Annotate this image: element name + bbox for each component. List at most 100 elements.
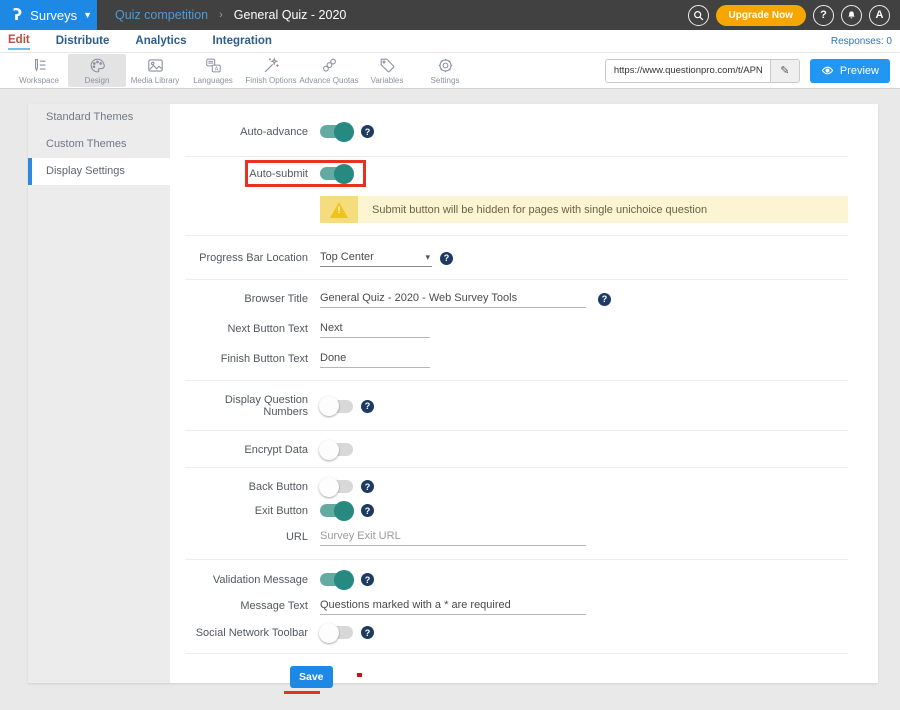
toggle-knob bbox=[319, 623, 339, 643]
toolbar-label: Languages bbox=[193, 76, 233, 85]
menubar: Edit Distribute Analytics Integration Re… bbox=[0, 30, 900, 53]
questionpro-logo-icon: ʔ bbox=[13, 7, 22, 23]
toolbar-item-media-library[interactable]: Media Library bbox=[126, 54, 184, 87]
breadcrumb-separator-icon: › bbox=[219, 9, 223, 21]
help-button[interactable]: ? bbox=[813, 5, 834, 26]
browser-title-label: Browser Title bbox=[185, 293, 308, 305]
exit-url-label: URL bbox=[185, 531, 308, 543]
toolbar-item-finish-options[interactable]: Finish Options bbox=[242, 54, 300, 87]
exit-button-help-icon[interactable] bbox=[361, 504, 374, 517]
auto-advance-help-icon[interactable] bbox=[361, 125, 374, 138]
surveys-product-menu[interactable]: ʔ Surveys ▼ bbox=[0, 0, 97, 30]
toolbar-item-design[interactable]: Design bbox=[68, 54, 126, 87]
browser-title-row: Browser Title bbox=[185, 290, 848, 308]
warning-triangle-icon bbox=[330, 202, 348, 218]
display-settings-form: Auto-advance Auto-submit Sub bbox=[170, 104, 878, 683]
auto-submit-label: Auto-submit bbox=[248, 168, 308, 180]
warning-text: Submit button will be hidden for pages w… bbox=[358, 196, 848, 223]
tab-analytics[interactable]: Analytics bbox=[135, 33, 186, 49]
tab-edit[interactable]: Edit bbox=[8, 32, 30, 50]
message-text-input[interactable] bbox=[320, 597, 586, 615]
tab-distribute[interactable]: Distribute bbox=[56, 33, 110, 49]
auto-advance-toggle[interactable] bbox=[320, 125, 353, 138]
notifications-button[interactable] bbox=[841, 5, 862, 26]
toolbar-label: Advance Quotas bbox=[299, 76, 358, 85]
finish-button-text-input[interactable] bbox=[320, 350, 430, 368]
validation-section: Validation Message Message Text Social N… bbox=[185, 560, 848, 654]
display-question-numbers-help-icon[interactable] bbox=[361, 400, 374, 413]
sidebar-item-custom-themes[interactable]: Custom Themes bbox=[28, 131, 170, 158]
toggle-knob bbox=[334, 570, 354, 590]
toolbar-item-languages[interactable]: A Languages bbox=[184, 54, 242, 87]
edit-link-button[interactable]: ✎ bbox=[770, 60, 799, 82]
next-button-text-input[interactable] bbox=[320, 320, 430, 338]
design-icon bbox=[88, 56, 107, 75]
auto-advance-section: Auto-advance bbox=[185, 104, 848, 157]
themes-sidebar: Standard Themes Custom Themes Display Se… bbox=[28, 104, 170, 683]
pencil-icon: ✎ bbox=[780, 64, 789, 77]
bell-icon bbox=[846, 10, 857, 21]
validation-message-toggle[interactable] bbox=[320, 573, 353, 586]
upgrade-now-button[interactable]: Upgrade Now bbox=[716, 5, 806, 26]
questionpro-app: ʔ Surveys ▼ Quiz competition › General Q… bbox=[0, 0, 900, 689]
toolbar-item-settings[interactable]: Settings bbox=[416, 54, 474, 87]
toolbar-label: Workspace bbox=[19, 76, 59, 85]
display-question-numbers-label: Display Question Numbers bbox=[185, 394, 308, 418]
exit-url-input[interactable] bbox=[320, 528, 586, 546]
svg-text:A: A bbox=[214, 66, 218, 72]
progress-bar-help-icon[interactable] bbox=[440, 252, 453, 265]
eye-icon bbox=[821, 65, 834, 76]
progress-bar-location-select[interactable]: Top Center bbox=[320, 249, 432, 267]
back-button-row: Back Button bbox=[185, 480, 848, 493]
toolbar-item-workspace[interactable]: Workspace bbox=[10, 54, 68, 87]
message-text-label: Message Text bbox=[185, 600, 308, 612]
encrypt-data-row: Encrypt Data bbox=[185, 443, 848, 456]
display-question-numbers-toggle[interactable] bbox=[320, 400, 353, 413]
search-button[interactable] bbox=[688, 5, 709, 26]
sidebar-item-standard-themes[interactable]: Standard Themes bbox=[28, 104, 170, 131]
text-settings-section: Browser Title Next Button Text Finish Bu… bbox=[185, 280, 848, 381]
annotation-red-underline bbox=[284, 691, 320, 694]
warning-icon-cell bbox=[320, 196, 358, 223]
exit-button-toggle[interactable] bbox=[320, 504, 353, 517]
preview-button[interactable]: Preview bbox=[810, 59, 890, 83]
survey-link-group: ✎ bbox=[605, 59, 800, 83]
back-button-toggle[interactable] bbox=[320, 480, 353, 493]
encrypt-data-toggle[interactable] bbox=[320, 443, 353, 456]
social-network-toolbar-help-icon[interactable] bbox=[361, 626, 374, 639]
social-network-toolbar-toggle[interactable] bbox=[320, 626, 353, 639]
breadcrumb-folder[interactable]: Quiz competition bbox=[115, 8, 208, 22]
survey-link-input[interactable] bbox=[606, 60, 770, 82]
back-button-help-icon[interactable] bbox=[361, 480, 374, 493]
settings-icon bbox=[436, 56, 455, 75]
social-network-toolbar-label: Social Network Toolbar bbox=[185, 627, 308, 639]
question-numbers-section: Display Question Numbers bbox=[185, 381, 848, 431]
toolbar-label: Variables bbox=[371, 76, 404, 85]
media-library-icon bbox=[146, 56, 165, 75]
exit-url-row: URL bbox=[185, 528, 848, 546]
progress-bar-row: Progress Bar Location Top Center bbox=[185, 249, 848, 267]
browser-title-input[interactable] bbox=[320, 290, 586, 308]
account-avatar[interactable]: A bbox=[869, 5, 890, 26]
save-button[interactable]: Save bbox=[290, 666, 333, 688]
tab-integration[interactable]: Integration bbox=[213, 33, 272, 49]
encrypt-data-section: Encrypt Data bbox=[185, 431, 848, 468]
finish-button-text-row: Finish Button Text bbox=[185, 350, 848, 368]
toolbar-item-variables[interactable]: Variables bbox=[358, 54, 416, 87]
toggle-knob bbox=[334, 501, 354, 521]
languages-icon: A bbox=[204, 56, 223, 75]
toolbar-label: Media Library bbox=[131, 76, 179, 85]
sidebar-item-display-settings[interactable]: Display Settings bbox=[28, 158, 170, 185]
topbar: ʔ Surveys ▼ Quiz competition › General Q… bbox=[0, 0, 900, 30]
workspace-icon bbox=[30, 56, 49, 75]
responses-count[interactable]: Responses: 0 bbox=[831, 36, 892, 47]
toggle-knob bbox=[334, 122, 354, 142]
navigation-buttons-section: Back Button Exit Button URL bbox=[185, 468, 848, 560]
browser-title-help-icon[interactable] bbox=[598, 293, 611, 306]
auto-submit-toggle[interactable] bbox=[320, 167, 353, 180]
auto-advance-row: Auto-advance bbox=[185, 125, 848, 138]
validation-message-help-icon[interactable] bbox=[361, 573, 374, 586]
toolbar-item-advance-quotas[interactable]: Advance Quotas bbox=[300, 54, 358, 87]
breadcrumb-survey-title: General Quiz - 2020 bbox=[234, 8, 347, 22]
toolbar-label: Design bbox=[85, 76, 110, 85]
